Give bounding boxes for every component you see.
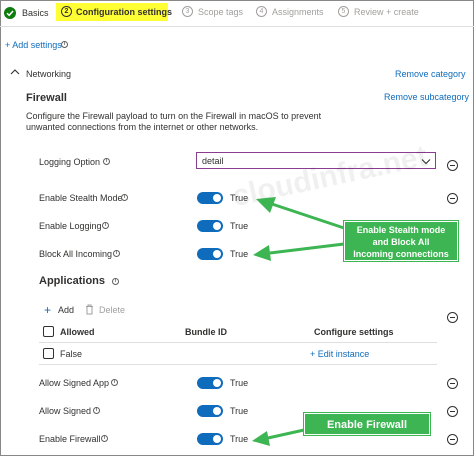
callout-line: Incoming connections bbox=[353, 249, 449, 259]
callout-stealth-block: Enable Stealth mode and Block All Incomi… bbox=[344, 221, 458, 261]
callout-line: Enable Firewall bbox=[326, 419, 408, 431]
callout-enable-firewall: Enable Firewall bbox=[304, 413, 430, 435]
arrow-to-enable-firewall bbox=[252, 428, 305, 446]
arrow-to-stealth-mode bbox=[256, 197, 345, 230]
callout-line: Enable Stealth mode bbox=[356, 225, 446, 235]
callout-line: and Block All bbox=[372, 237, 430, 247]
arrow-to-block-all bbox=[253, 242, 345, 261]
